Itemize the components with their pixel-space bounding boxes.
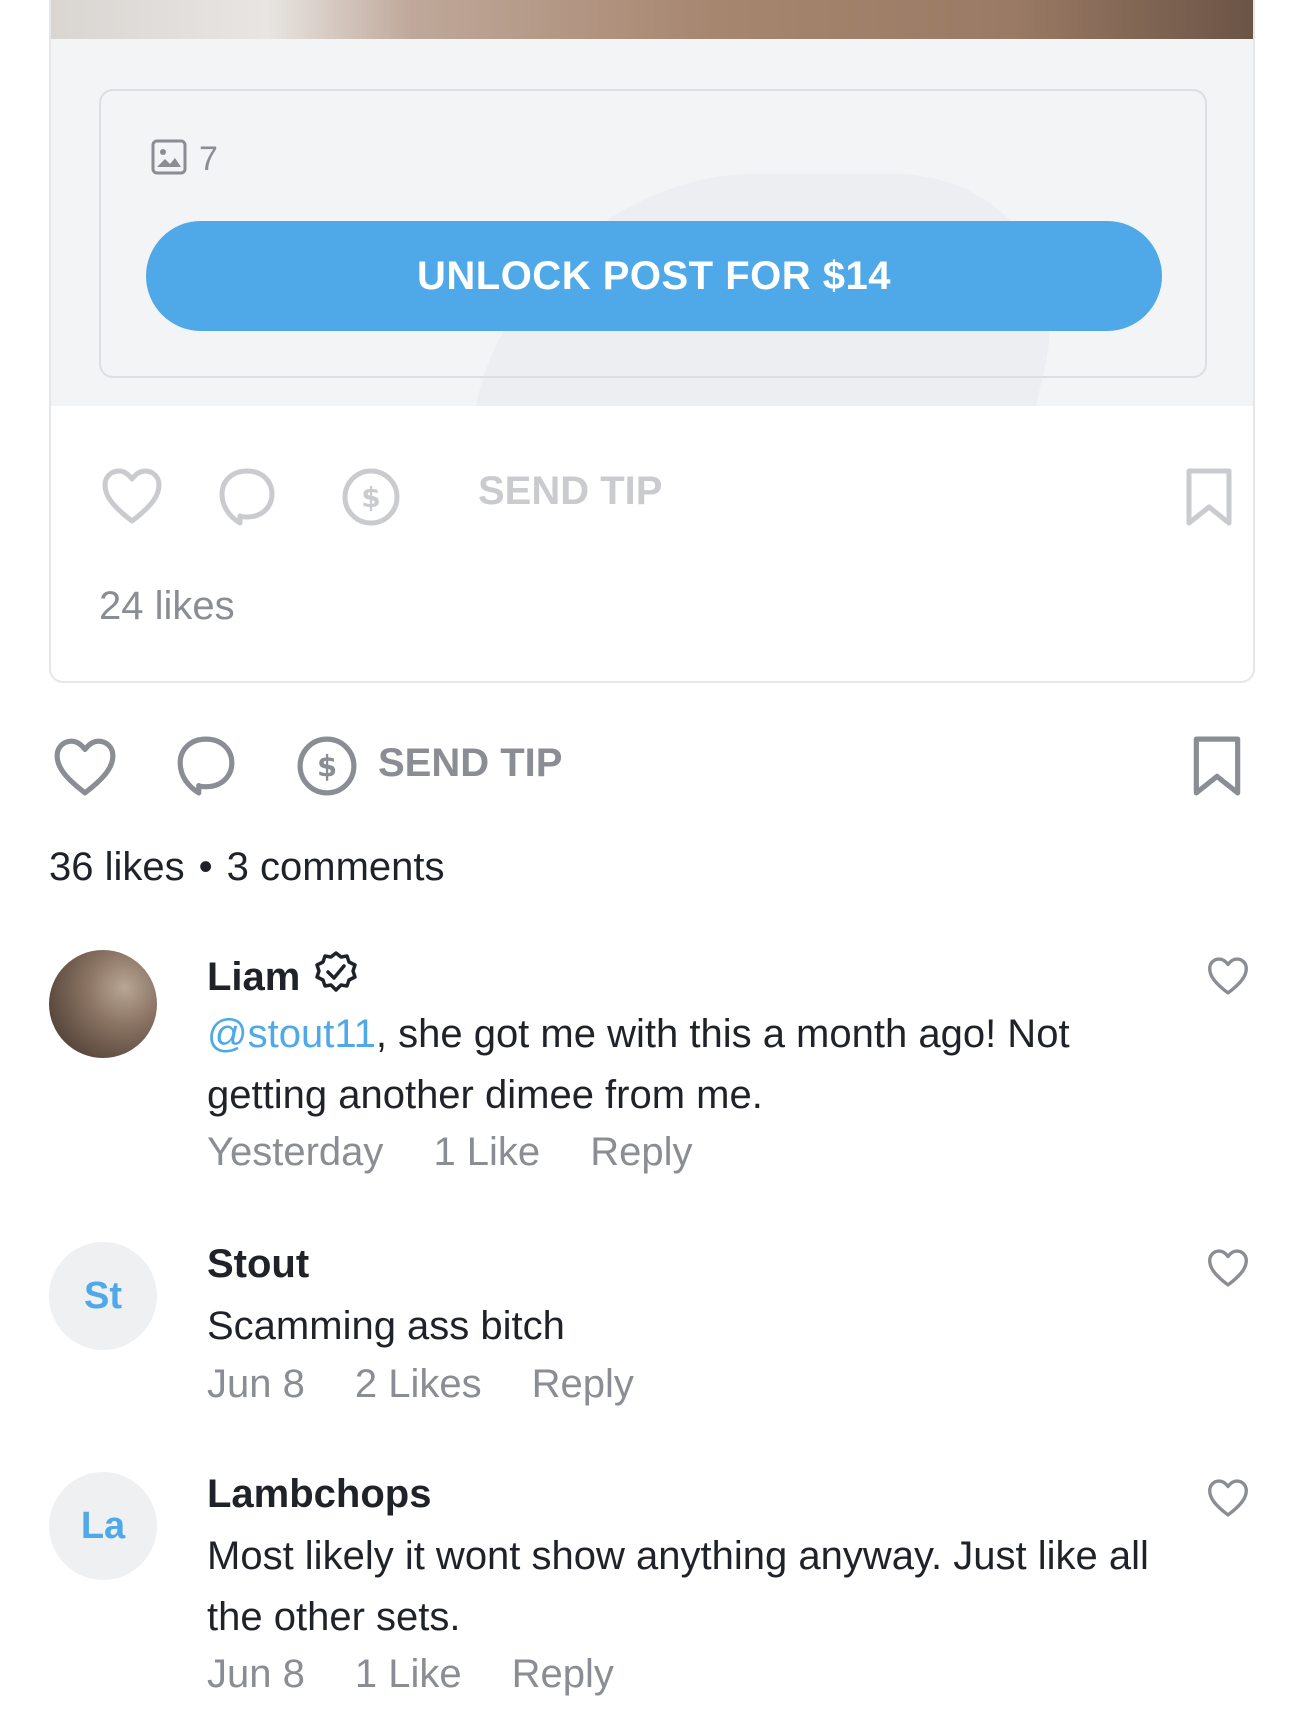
comment-text: Most likely it wont show anything anyway…: [207, 1534, 1149, 1639]
locked-content-area: 7 UNLOCK POST FOR $14: [51, 39, 1253, 406]
avatar[interactable]: La: [49, 1472, 157, 1580]
comment-author: Stout: [207, 1242, 309, 1287]
post-media-preview[interactable]: [51, 0, 1253, 39]
comment-time: Yesterday: [207, 1130, 384, 1174]
shared-card-likes: 24 likes: [99, 584, 235, 628]
avatar[interactable]: [49, 950, 157, 1058]
post-counts: 36 likes • 3 comments: [49, 845, 445, 890]
send-tip-button[interactable]: SEND TIP: [478, 469, 662, 514]
comment-text: @stout11, she got me with this a month a…: [207, 1004, 1167, 1126]
author-name[interactable]: Liam: [207, 955, 300, 1000]
unlock-post-button[interactable]: UNLOCK POST FOR $14: [146, 221, 1162, 331]
comment-text: Scamming ass bitch: [207, 1304, 565, 1348]
heart-icon[interactable]: [1207, 956, 1249, 1001]
comment-likes[interactable]: 1 Like: [355, 1652, 462, 1697]
svg-text:$: $: [317, 749, 337, 783]
separator-dot: •: [198, 845, 213, 889]
comment-time: Jun 8: [207, 1362, 305, 1406]
comment-meta: Jun 8 1 Like Reply: [207, 1652, 614, 1697]
comments-count[interactable]: 3 comments: [227, 845, 445, 889]
heart-icon[interactable]: [53, 737, 117, 802]
comment-meta: Jun 8 2 Likes Reply: [207, 1362, 634, 1407]
comment-likes[interactable]: 2 Likes: [355, 1362, 482, 1407]
bookmark-icon[interactable]: [1183, 467, 1235, 532]
heart-icon[interactable]: [1207, 1248, 1249, 1293]
shared-card-actions: $ SEND TIP: [101, 467, 1232, 530]
avatar[interactable]: St: [49, 1242, 157, 1350]
dollar-icon[interactable]: $: [296, 735, 358, 802]
user-mention[interactable]: @stout11: [207, 1012, 376, 1056]
reply-button[interactable]: Reply: [512, 1652, 614, 1697]
comment-author: Lambchops: [207, 1472, 431, 1517]
media-count-value: 7: [199, 140, 218, 178]
reply-button[interactable]: Reply: [532, 1362, 634, 1407]
comment-meta: Yesterday 1 Like Reply: [207, 1130, 692, 1175]
svg-text:$: $: [361, 481, 380, 514]
author-name[interactable]: Stout: [207, 1242, 309, 1287]
unlock-panel: 7 UNLOCK POST FOR $14: [99, 89, 1207, 378]
post-actions-bar: $ SEND TIP: [0, 733, 1290, 803]
bookmark-icon[interactable]: [1190, 735, 1244, 802]
shared-post-card: 7 UNLOCK POST FOR $14 $ SEND TIP 24 like…: [49, 0, 1255, 683]
verified-badge-icon: [314, 950, 358, 1004]
image-icon: [151, 139, 187, 180]
media-count: 7: [151, 139, 218, 180]
comment-icon[interactable]: [176, 735, 236, 802]
comment-icon[interactable]: [218, 467, 276, 532]
comment-likes[interactable]: 1 Like: [433, 1130, 540, 1175]
heart-icon[interactable]: [1207, 1478, 1249, 1523]
heart-icon[interactable]: [101, 467, 163, 530]
likes-count[interactable]: 36 likes: [49, 845, 185, 889]
reply-button[interactable]: Reply: [590, 1130, 692, 1175]
comment-time: Jun 8: [207, 1652, 305, 1696]
dollar-icon[interactable]: $: [341, 467, 401, 532]
send-tip-button[interactable]: SEND TIP: [378, 741, 562, 786]
comment-author: Liam: [207, 950, 358, 1004]
author-name[interactable]: Lambchops: [207, 1472, 431, 1517]
